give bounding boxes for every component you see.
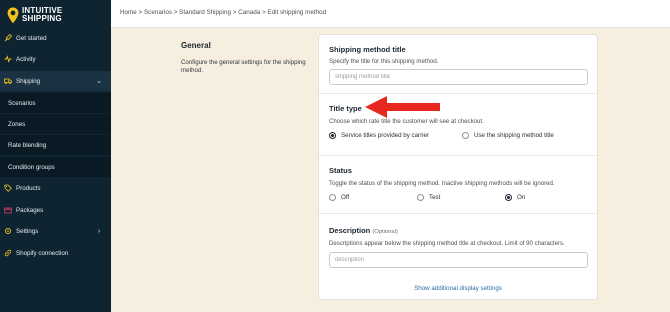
sidebar-item-label: Products: [16, 184, 41, 192]
radio-unselected-indicator: [417, 194, 424, 201]
sidebar-item-get-started[interactable]: Get started: [0, 28, 111, 48]
radio-label: Test: [429, 194, 441, 201]
radio-label: Service titles provided by carrier: [341, 132, 430, 139]
gear-icon: [4, 227, 12, 235]
shipping-method-settings-card: Shipping method title Specify the title …: [318, 34, 598, 300]
sidebar-item-shopify-connection[interactable]: Shopify connection: [0, 243, 111, 263]
title-type-block: Title type Choose which rate title the c…: [319, 94, 597, 156]
sidebar-item-label: Activity: [16, 55, 36, 63]
brand-line-2: SHIPPING: [22, 14, 62, 23]
show-additional-settings-link[interactable]: Show additional display settings: [319, 285, 597, 292]
sidebar-item-label: Zones: [8, 120, 26, 128]
link-icon: [4, 249, 12, 257]
sidebar-item-label: Condition groups: [8, 163, 55, 171]
radio-unselected-indicator: [462, 132, 469, 139]
location-pin-icon: [7, 7, 19, 23]
chevron-right-icon[interactable]: ›: [95, 228, 103, 235]
description-input[interactable]: [329, 252, 588, 268]
truck-icon: [4, 77, 12, 85]
sidebar-item-scenarios[interactable]: Scenarios: [0, 93, 111, 113]
sidebar-item-settings[interactable]: Settings ›: [0, 221, 111, 241]
radio-status-test[interactable]: Test: [417, 194, 440, 201]
general-section-description: Configure the general settings for the s…: [181, 59, 306, 74]
title-type-description: Choose which rate title the customer wil…: [329, 118, 484, 125]
sidebar-item-shipping[interactable]: Shipping ⌄: [0, 71, 111, 91]
radio-selected-indicator: [505, 194, 512, 201]
description-help-text: Descriptions appear below the shipping m…: [329, 240, 565, 247]
sidebar-item-label: Scenarios: [8, 99, 36, 107]
breadcrumb[interactable]: Home > Scenarios > Standard Shipping > C…: [120, 9, 326, 16]
sidebar-item-label: Settings: [16, 227, 39, 235]
sidebar-item-label: Shopify connection: [16, 249, 69, 257]
sidebar-item-rate-blending[interactable]: Rate blending: [0, 135, 111, 155]
red-arrow-icon: [365, 96, 440, 118]
rocket-icon: [4, 34, 12, 42]
radio-method-title[interactable]: Use the shipping method title: [462, 132, 554, 139]
activity-icon: [4, 55, 12, 63]
brand-name: INTUITIVE SHIPPING: [22, 7, 62, 23]
radio-carrier-titles[interactable]: Service titles provided by carrier: [329, 132, 429, 139]
description-block: Description (Optional) Descriptions appe…: [319, 214, 597, 300]
tag-icon: [4, 184, 12, 192]
chevron-down-icon[interactable]: ⌄: [95, 77, 103, 85]
sidebar-item-products[interactable]: Products: [0, 178, 111, 198]
description-heading: Description (Optional): [329, 226, 398, 235]
status-description: Toggle the status of the shipping method…: [329, 180, 555, 187]
topbar: Home > Scenarios > Standard Shipping > C…: [111, 0, 670, 28]
radio-status-off[interactable]: Off: [329, 194, 349, 201]
description-heading-text: Description: [329, 226, 371, 235]
radio-selected-indicator: [329, 132, 336, 139]
sidebar-item-label: Get started: [16, 34, 47, 42]
sidebar: INTUITIVE SHIPPING Get started Activity …: [0, 0, 111, 312]
sidebar-item-activity[interactable]: Activity: [0, 49, 111, 69]
radio-label: On: [517, 194, 526, 201]
title-type-heading: Title type: [329, 104, 362, 113]
package-icon: [4, 206, 12, 214]
brand-logo[interactable]: INTUITIVE SHIPPING: [7, 4, 107, 26]
status-block: Status Toggle the status of the shipping…: [319, 156, 597, 214]
sidebar-item-label: Shipping: [16, 77, 41, 85]
general-section-title: General: [181, 41, 211, 50]
method-title-description: Specify the title for this shipping meth…: [329, 58, 439, 65]
status-heading: Status: [329, 166, 352, 175]
radio-label: Use the shipping method title: [474, 132, 554, 139]
shipping-method-title-input[interactable]: [329, 69, 588, 85]
sidebar-item-label: Rate blending: [8, 141, 47, 149]
radio-unselected-indicator: [329, 194, 336, 201]
optional-label: (Optional): [372, 229, 398, 235]
sidebar-item-packages[interactable]: Packages: [0, 200, 111, 220]
radio-status-on[interactable]: On: [505, 194, 525, 201]
sidebar-item-label: Packages: [16, 206, 44, 214]
radio-label: Off: [341, 194, 350, 201]
method-title-heading: Shipping method title: [329, 45, 406, 54]
sidebar-item-zones[interactable]: Zones: [0, 114, 111, 134]
method-title-block: Shipping method title Specify the title …: [319, 35, 597, 94]
sidebar-item-condition-groups[interactable]: Condition groups: [0, 157, 111, 177]
